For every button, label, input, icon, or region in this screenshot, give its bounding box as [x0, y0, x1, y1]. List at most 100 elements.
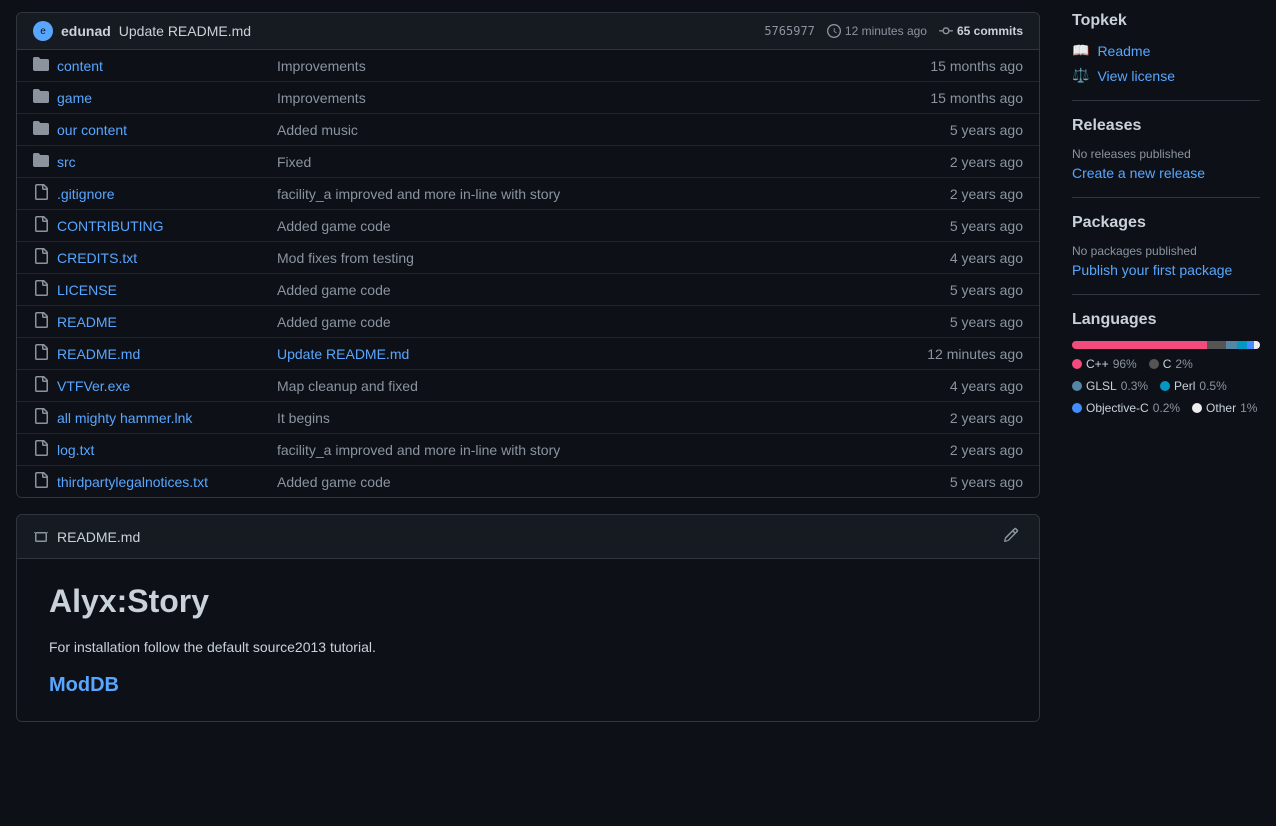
file-name[interactable]: CONTRIBUTING	[57, 218, 277, 234]
file-name[interactable]: our content	[57, 122, 277, 138]
lang-name: Perl	[1174, 379, 1195, 393]
file-name[interactable]: thirdpartylegalnotices.txt	[57, 474, 277, 490]
file-time: 4 years ago	[903, 250, 1023, 266]
publish-package-link[interactable]: Publish your first package	[1072, 262, 1260, 278]
list-icon	[33, 529, 49, 545]
readme-moddb-link[interactable]: ModDB	[49, 674, 119, 696]
file-commit-message: facility_a improved and more in-line wit…	[277, 186, 903, 202]
file-commit-message: facility_a improved and more in-line wit…	[277, 442, 903, 458]
file-name[interactable]: CREDITS.txt	[57, 250, 277, 266]
sidebar-releases-section: Releases No releases published Create a …	[1072, 117, 1260, 181]
lang-item-perl: Perl 0.5%	[1160, 379, 1227, 393]
clock-icon	[827, 24, 841, 38]
readme-header: README.md	[17, 515, 1039, 559]
file-name[interactable]: LICENSE	[57, 282, 277, 298]
table-row: .gitignorefacility_a improved and more i…	[17, 178, 1039, 210]
table-row: gameImprovements15 months ago	[17, 82, 1039, 114]
file-commit-message: Added game code	[277, 314, 903, 330]
table-row: log.txtfacility_a improved and more in-l…	[17, 434, 1039, 466]
lang-item-objectivec: Objective-C 0.2%	[1072, 401, 1180, 415]
file-name[interactable]: README.md	[57, 346, 277, 362]
lang-item-glsl: GLSL 0.3%	[1072, 379, 1148, 393]
lang-list: C++ 96%C 2%GLSL 0.3%Perl 0.5%Objective-C…	[1072, 357, 1260, 415]
no-releases-text: No releases published	[1072, 147, 1260, 161]
file-name[interactable]: .gitignore	[57, 186, 277, 202]
sidebar-license-link[interactable]: ⚖️ View license	[1072, 67, 1260, 84]
readme-section: README.md Alyx:Story For installation fo…	[16, 514, 1040, 722]
file-icon	[33, 280, 49, 299]
file-icon	[33, 248, 49, 267]
lang-segment-c	[1072, 341, 1207, 349]
lang-dot	[1072, 381, 1082, 391]
releases-title: Releases	[1072, 117, 1260, 135]
file-time: 2 years ago	[903, 410, 1023, 426]
commit-row: e edunad Update README.md 5765977 12 min…	[17, 13, 1039, 50]
file-table: e edunad Update README.md 5765977 12 min…	[16, 12, 1040, 498]
table-row: all mighty hammer.lnkIt begins2 years ag…	[17, 402, 1039, 434]
readme-body: Alyx:Story For installation follow the d…	[17, 559, 1039, 721]
table-row: srcFixed2 years ago	[17, 146, 1039, 178]
file-icon	[33, 472, 49, 491]
lang-dot	[1072, 403, 1082, 413]
lang-dot	[1160, 381, 1170, 391]
file-commit-message: Added music	[277, 122, 903, 138]
file-commit-message: Added game code	[277, 282, 903, 298]
file-name[interactable]: src	[57, 154, 277, 170]
file-name[interactable]: content	[57, 58, 277, 74]
commit-author[interactable]: edunad	[61, 23, 111, 39]
file-commit-message: It begins	[277, 410, 903, 426]
file-commit-message: Improvements	[277, 90, 903, 106]
lang-name: C++	[1086, 357, 1109, 371]
lang-name: C	[1163, 357, 1172, 371]
lang-pct: 96%	[1113, 357, 1137, 371]
folder-icon	[33, 152, 49, 171]
file-icon	[33, 440, 49, 459]
file-time: 4 years ago	[903, 378, 1023, 394]
file-commit-message: Mod fixes from testing	[277, 250, 903, 266]
sidebar-languages-section: Languages C++ 96%C 2%GLSL 0.3%Perl 0.5%O…	[1072, 311, 1260, 415]
lang-dot	[1072, 359, 1082, 369]
table-row: VTFVer.exeMap cleanup and fixed4 years a…	[17, 370, 1039, 402]
file-commit-message: Added game code	[277, 218, 903, 234]
file-rows-container: contentImprovements15 months agogameImpr…	[17, 50, 1039, 497]
lang-segment-glsl	[1226, 341, 1237, 349]
file-commit-message: Fixed	[277, 154, 903, 170]
file-commit-message[interactable]: Update README.md	[277, 346, 903, 362]
file-time: 5 years ago	[903, 474, 1023, 490]
sidebar-title: Topkek	[1072, 12, 1260, 30]
commits-link[interactable]: 65 commits	[939, 24, 1023, 38]
lang-pct: 0.2%	[1153, 401, 1180, 415]
sidebar-packages-section: Packages No packages published Publish y…	[1072, 214, 1260, 278]
avatar: e	[33, 21, 53, 41]
commit-hash[interactable]: 5765977	[764, 24, 815, 38]
edit-readme-button[interactable]	[999, 523, 1023, 550]
file-name[interactable]: VTFVer.exe	[57, 378, 277, 394]
folder-icon	[33, 88, 49, 107]
readme-filename: README.md	[57, 529, 140, 545]
file-time: 15 months ago	[903, 90, 1023, 106]
sidebar-divider-3	[1072, 294, 1260, 295]
file-time: 5 years ago	[903, 314, 1023, 330]
file-name[interactable]: all mighty hammer.lnk	[57, 410, 277, 426]
file-name[interactable]: game	[57, 90, 277, 106]
create-release-link[interactable]: Create a new release	[1072, 165, 1260, 181]
sidebar-readme-link[interactable]: 📖 Readme	[1072, 42, 1260, 59]
file-name[interactable]: log.txt	[57, 442, 277, 458]
file-icon	[33, 216, 49, 235]
lang-pct: 0.5%	[1199, 379, 1226, 393]
table-row: READMEAdded game code5 years ago	[17, 306, 1039, 338]
file-icon	[33, 184, 49, 203]
lang-name: Objective-C	[1086, 401, 1149, 415]
lang-item-c: C++ 96%	[1072, 357, 1137, 371]
lang-pct: 0.3%	[1121, 379, 1148, 393]
file-time: 5 years ago	[903, 122, 1023, 138]
table-row: LICENSEAdded game code5 years ago	[17, 274, 1039, 306]
file-name[interactable]: README	[57, 314, 277, 330]
languages-bar	[1072, 341, 1260, 349]
lang-item-other: Other 1%	[1192, 401, 1257, 415]
commit-message: Update README.md	[119, 23, 757, 39]
sidebar-divider-1	[1072, 100, 1260, 101]
folder-icon	[33, 120, 49, 139]
commits-icon	[939, 24, 953, 38]
commit-time: 12 minutes ago	[827, 24, 927, 38]
